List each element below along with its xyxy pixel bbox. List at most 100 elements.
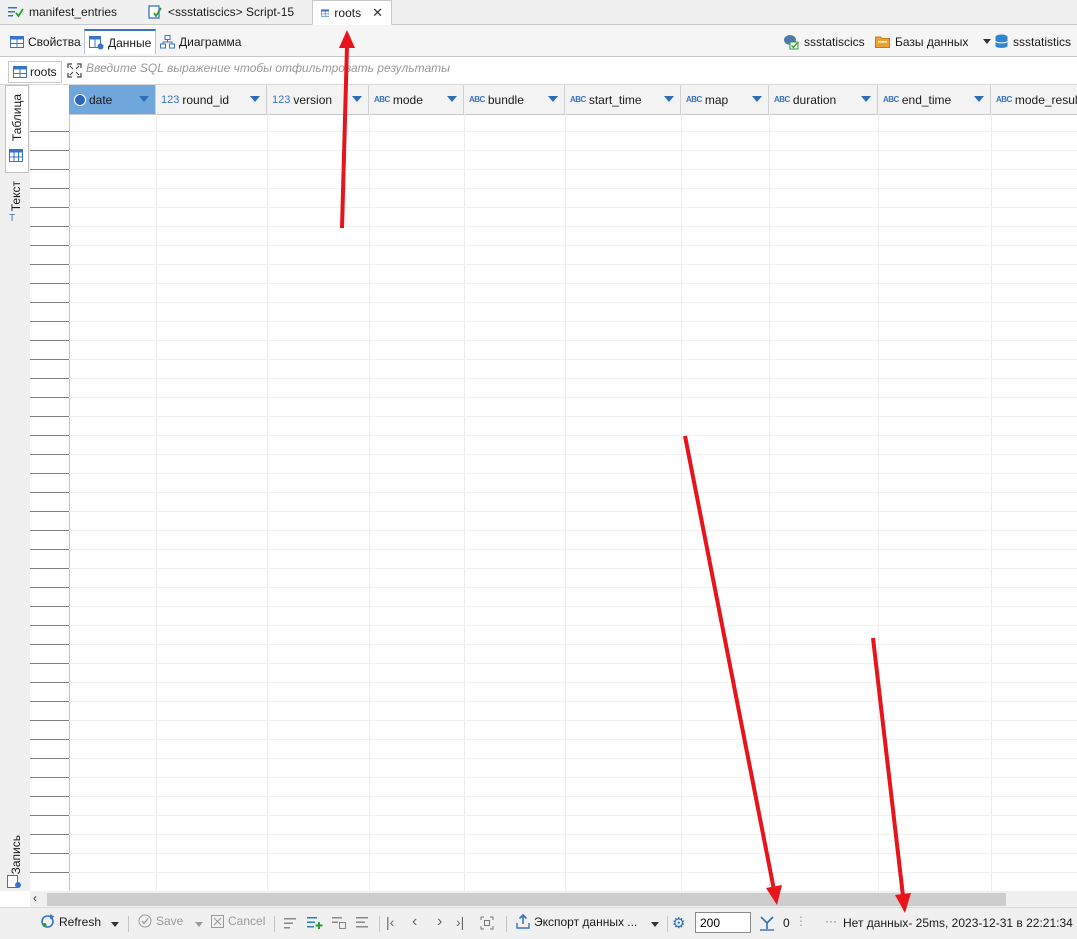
toolbar-separator — [667, 916, 668, 932]
tab-properties[interactable]: Свойства — [6, 29, 85, 54]
tab-record-view[interactable]: Запись — [5, 833, 27, 891]
column-header-end-time[interactable]: ABC end_time — [878, 85, 991, 114]
column-header-version[interactable]: 123 version — [267, 85, 369, 114]
tab-table-view[interactable]: Таблица — [5, 85, 29, 173]
column-label: bundle — [487, 92, 524, 107]
schema-selector[interactable]: ssstatistics — [995, 29, 1071, 54]
previous-page-icon[interactable]: ‹ — [412, 913, 417, 931]
text-type-icon: ABC — [570, 95, 586, 104]
grid-row-line — [69, 454, 1077, 455]
grid-row-line — [69, 245, 1077, 246]
column-header-map[interactable]: ABC map — [681, 85, 769, 114]
tab-label: Текст — [9, 181, 23, 212]
sort-dropdown-icon[interactable] — [352, 96, 362, 102]
column-header-mode-result[interactable]: ABC mode_result — [991, 85, 1077, 114]
filter-bar: roots Введите SQL выражение чтобы отфиль… — [0, 57, 1077, 85]
column-header-bundle[interactable]: ABC bundle — [464, 85, 565, 114]
grid-row-line — [69, 321, 1077, 322]
editor-tab-label: roots — [334, 5, 362, 20]
editor-tab-script[interactable]: <ssstatiscics> Script-15 — [140, 0, 312, 24]
export-data-button[interactable]: Экспорт данных ... — [516, 914, 637, 929]
row-separator — [30, 663, 69, 664]
chevron-down-icon[interactable] — [195, 922, 203, 927]
row-count-icon[interactable] — [759, 916, 775, 931]
table-icon — [321, 8, 330, 17]
refresh-button[interactable]: Refresh — [40, 914, 101, 929]
data-icon — [89, 35, 104, 49]
tab-label: Свойства — [28, 34, 81, 49]
first-page-icon[interactable]: |‹ — [386, 914, 394, 930]
chevron-down-icon[interactable] — [111, 922, 119, 927]
tab-text-view[interactable]: Текст T — [5, 179, 27, 231]
editor-tab-roots[interactable]: roots ✕ — [312, 0, 392, 25]
sort-dropdown-icon[interactable] — [139, 96, 149, 102]
column-label: duration — [792, 92, 837, 107]
column-header-start-time[interactable]: ABC start_time — [565, 85, 681, 114]
datasource-selector[interactable]: ssstatiscics — [783, 29, 865, 54]
chevron-down-icon[interactable] — [983, 39, 992, 44]
refresh-label: Refresh — [59, 914, 102, 929]
sort-dropdown-icon[interactable] — [250, 96, 260, 102]
fetch-size-input[interactable] — [695, 912, 751, 933]
tab-data[interactable]: Данные — [84, 29, 157, 54]
tab-diagram[interactable]: Диаграмма — [156, 29, 245, 54]
editor-tab-manifest-entries[interactable]: manifest_entries — [0, 0, 140, 24]
table-icon — [13, 66, 27, 78]
sort-dropdown-icon[interactable] — [447, 96, 457, 102]
grid-column-line — [769, 114, 770, 891]
sort-dropdown-icon[interactable] — [752, 96, 762, 102]
scroll-left-icon[interactable]: ‹ — [33, 891, 37, 905]
column-header-date[interactable]: date — [69, 85, 156, 114]
sql-filter-input[interactable]: Введите SQL выражение чтобы отфильтроват… — [86, 61, 450, 75]
sort-dropdown-icon[interactable] — [861, 96, 871, 102]
toolbar-grip: ⋮ — [795, 914, 807, 928]
column-label: mode — [392, 92, 423, 107]
row-separator — [30, 302, 69, 303]
row-separator — [30, 378, 69, 379]
status-text: Нет данных- 25ms, 2023-12-31 в 22:21:34 — [843, 916, 1073, 930]
grid-row-line — [69, 853, 1077, 854]
close-icon[interactable]: ✕ — [372, 5, 383, 21]
row-separator — [30, 226, 69, 227]
horizontal-scrollbar[interactable]: ‹ — [30, 891, 1077, 907]
save-button[interactable]: Save — [138, 914, 183, 928]
refresh-icon — [41, 914, 55, 928]
column-header-duration[interactable]: ABC duration — [769, 85, 878, 114]
scrollbar-thumb[interactable] — [47, 893, 1006, 906]
table-chip[interactable]: roots — [8, 61, 62, 83]
row-separator — [30, 359, 69, 360]
cancel-icon — [211, 914, 224, 928]
column-header-mode[interactable]: ABC mode — [369, 85, 464, 114]
text-format-icon: T — [9, 213, 16, 224]
more-icon[interactable]: ··· — [825, 914, 837, 928]
toolbar-separator — [379, 916, 380, 932]
gear-icon[interactable]: ⚙ — [672, 914, 685, 932]
fetch-all-icon[interactable] — [480, 916, 494, 930]
cancel-button[interactable]: Cancel — [211, 914, 265, 928]
grid-row-line — [69, 739, 1077, 740]
row-separator — [30, 853, 69, 854]
next-page-icon[interactable]: › — [437, 913, 442, 931]
delete-row-icon[interactable] — [356, 916, 371, 930]
sort-dropdown-icon[interactable] — [548, 96, 558, 102]
edit-row-icon[interactable] — [284, 917, 299, 930]
row-separator — [30, 511, 69, 512]
grid-row-line — [69, 188, 1077, 189]
last-page-icon[interactable]: ›| — [456, 914, 464, 930]
column-header-round-id[interactable]: 123 round_id — [156, 85, 267, 114]
export-icon — [516, 914, 530, 929]
sort-dropdown-icon[interactable] — [974, 96, 984, 102]
row-separator — [30, 530, 69, 531]
sort-dropdown-icon[interactable] — [664, 96, 674, 102]
grid-column-line — [267, 114, 268, 891]
row-separator — [30, 606, 69, 607]
results-grid[interactable]: date 123 round_id 123 version ABC mode ABC bundl… — [30, 85, 1077, 891]
row-separator — [30, 644, 69, 645]
grid-row-line — [69, 435, 1077, 436]
databases-selector[interactable]: Базы данных — [875, 29, 992, 54]
add-row-icon[interactable] — [307, 916, 323, 930]
row-separator — [30, 701, 69, 702]
expand-icon[interactable] — [67, 63, 82, 78]
chevron-down-icon[interactable] — [651, 922, 659, 927]
copy-row-icon[interactable] — [332, 916, 347, 930]
